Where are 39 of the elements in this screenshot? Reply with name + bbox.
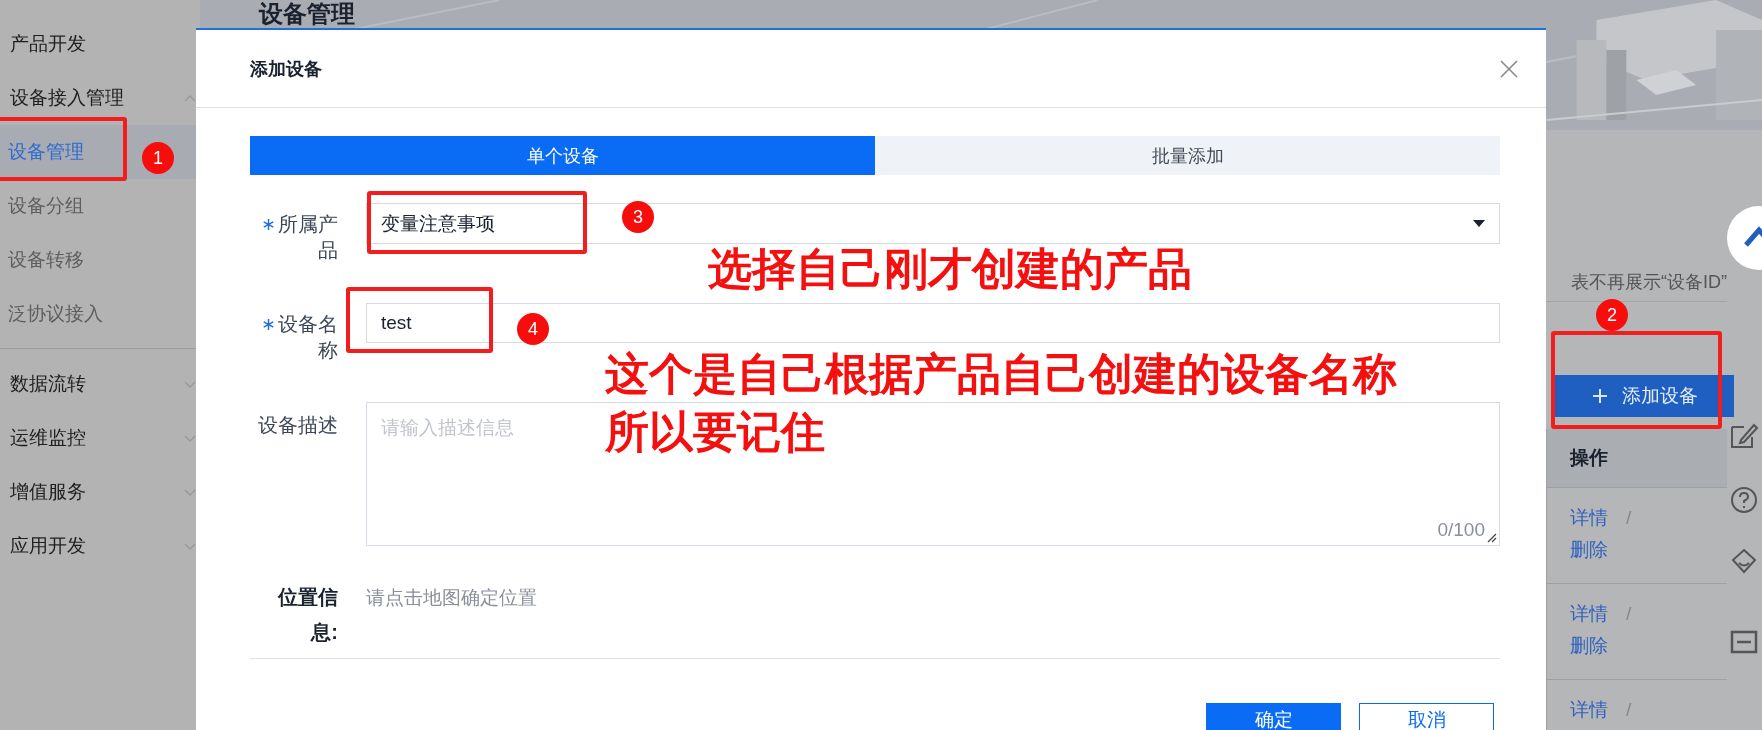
sidebar-subitem[interactable]: 设备转移	[0, 233, 200, 287]
character-counter: 0/100	[1437, 519, 1485, 541]
plus-icon	[1591, 388, 1608, 404]
sidebar-item[interactable]: 应用开发	[0, 519, 200, 573]
separator-text: /	[1626, 699, 1632, 720]
annotation-text: 选择自己刚才创建的产品	[708, 245, 1192, 293]
resize-handle-icon[interactable]	[1487, 533, 1497, 543]
sidebar-subitem[interactable]: 设备分组	[0, 179, 200, 233]
action-link[interactable]: 删除	[1570, 539, 1608, 560]
caret-icon	[1473, 219, 1485, 228]
action-link[interactable]: 详情	[1570, 507, 1608, 528]
action-link[interactable]: 详情	[1570, 699, 1608, 720]
action-link[interactable]: 详情	[1570, 603, 1608, 624]
sidebar-item[interactable]: 产品开发	[0, 17, 200, 71]
separator-text: /	[1626, 603, 1632, 624]
sidebar-item[interactable]: 增值服务	[0, 465, 200, 519]
separator-text: /	[1626, 507, 1632, 528]
step-marker: 2	[1596, 299, 1628, 331]
close-icon[interactable]	[1499, 58, 1519, 79]
tab[interactable]: 单个设备	[250, 136, 875, 175]
field-label: 设备描述	[258, 413, 338, 438]
sidebar-subitem[interactable]: 泛协议接入	[0, 287, 200, 341]
sidebar-item[interactable]: 运维监控	[0, 411, 200, 465]
add-device-button[interactable]: 添加设备	[1555, 375, 1734, 417]
column-header: 操作	[1570, 446, 1608, 470]
field-label: 设备名称	[278, 312, 338, 363]
tab[interactable]: 批量添加	[875, 136, 1500, 175]
action-link[interactable]: 删除	[1570, 635, 1608, 656]
field-label: 位置信息:	[277, 585, 338, 645]
field-label: 所属产品	[278, 212, 338, 263]
dialog-title: 添加设备	[250, 57, 322, 81]
dialog-button[interactable]: 确定	[1206, 703, 1341, 730]
location-hint[interactable]: 请点击地图确定位置	[366, 580, 537, 615]
dialog-button[interactable]: 取消	[1359, 703, 1494, 730]
annotation-text: 所以要记住	[605, 408, 825, 456]
sidebar-item[interactable]: 数据流转	[0, 357, 200, 411]
help-icon[interactable]	[1729, 485, 1759, 515]
annotation-text: 这个是自己根据产品自己创建的设备名称	[605, 350, 1397, 398]
page-title: 设备管理	[259, 0, 355, 27]
